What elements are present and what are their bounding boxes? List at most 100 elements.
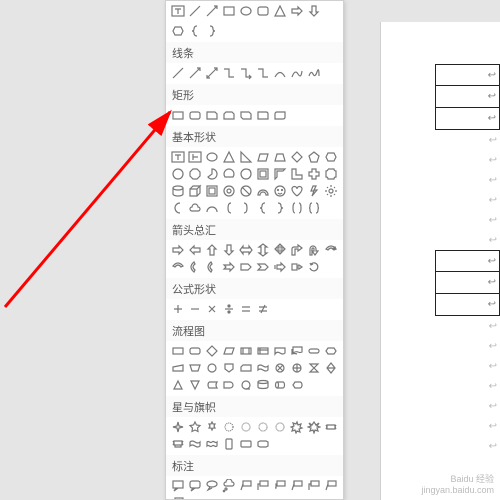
octagon-icon[interactable] (187, 166, 203, 182)
curve-icon[interactable] (272, 65, 288, 81)
line-arrow-icon[interactable] (187, 65, 203, 81)
fc-delay-icon[interactable] (221, 377, 237, 393)
callout-oval-icon[interactable] (204, 478, 220, 494)
plus-icon[interactable] (170, 301, 186, 317)
wave-icon[interactable] (187, 436, 203, 452)
ribbon-icon[interactable] (323, 419, 339, 435)
fc-manual-op-icon[interactable] (187, 360, 203, 376)
callout-line2-icon[interactable] (255, 478, 271, 494)
textbox-icon[interactable] (170, 3, 186, 19)
fc-data-icon[interactable] (221, 343, 237, 359)
snip-rect-icon[interactable] (204, 107, 220, 123)
arrow-left-icon[interactable] (187, 242, 203, 258)
fc-decision-icon[interactable] (204, 343, 220, 359)
trapezoid-icon[interactable] (272, 149, 288, 165)
fc-connector-icon[interactable] (204, 360, 220, 376)
cube-icon[interactable] (187, 183, 203, 199)
minus-icon[interactable] (187, 301, 203, 317)
blockarc-icon[interactable] (255, 183, 271, 199)
bracket-right-icon[interactable] (238, 200, 254, 216)
arrow-pentagon-icon[interactable] (238, 259, 254, 275)
arrow-updown-icon[interactable] (255, 242, 271, 258)
brace-right-icon[interactable] (272, 200, 288, 216)
doublewave-icon[interactable] (204, 436, 220, 452)
chord-icon[interactable] (221, 166, 237, 182)
heptagon-icon[interactable] (170, 166, 186, 182)
callout-rect-icon[interactable] (170, 478, 186, 494)
bracket-left-icon[interactable] (221, 200, 237, 216)
line-arrow-icon[interactable] (204, 3, 220, 19)
callout-border1-icon[interactable] (323, 478, 339, 494)
fc-direct-icon[interactable] (272, 377, 288, 393)
round-diag-icon[interactable] (272, 107, 288, 123)
elbow-arrow-icon[interactable] (238, 65, 254, 81)
arrow-notched-icon[interactable] (221, 259, 237, 275)
scroll-h-icon[interactable] (238, 436, 254, 452)
explosion1-icon[interactable] (289, 419, 305, 435)
round-single-icon[interactable] (255, 107, 271, 123)
braces-icon[interactable] (306, 200, 322, 216)
fc-multidoc-icon[interactable] (289, 343, 305, 359)
hexagon-icon[interactable] (323, 149, 339, 165)
callout-accent2-icon[interactable] (306, 478, 322, 494)
table-cell[interactable]: ↩ (435, 64, 500, 86)
callout-line1-icon[interactable] (238, 478, 254, 494)
arrow-right-icon[interactable] (170, 242, 186, 258)
arrow-down-icon[interactable] (221, 242, 237, 258)
brace-right-icon[interactable] (204, 23, 220, 39)
notequals-icon[interactable] (255, 301, 271, 317)
arrow-up-icon[interactable] (204, 242, 220, 258)
pie-icon[interactable] (204, 166, 220, 182)
star4-icon[interactable] (170, 419, 186, 435)
fc-document-icon[interactable] (272, 343, 288, 359)
banner-icon[interactable] (255, 436, 271, 452)
star5-icon[interactable] (187, 419, 203, 435)
freeform-icon[interactable] (289, 65, 305, 81)
fc-sort-icon[interactable] (323, 360, 339, 376)
table-cell[interactable]: ↩ (435, 86, 500, 108)
callout-cloud-icon[interactable] (221, 478, 237, 494)
moon-icon[interactable] (170, 200, 186, 216)
arrow-right-icon[interactable] (289, 3, 305, 19)
fc-process-icon[interactable] (170, 343, 186, 359)
can-icon[interactable] (170, 183, 186, 199)
heart-icon[interactable] (289, 183, 305, 199)
callout-line3-icon[interactable] (272, 478, 288, 494)
arrow-quad-icon[interactable] (272, 242, 288, 258)
brace-left-icon[interactable] (187, 23, 203, 39)
triangle-icon[interactable] (221, 149, 237, 165)
rectangle-icon[interactable] (221, 3, 237, 19)
fc-merge-icon[interactable] (187, 377, 203, 393)
arc-icon[interactable] (204, 200, 220, 216)
fc-predef-icon[interactable] (238, 343, 254, 359)
fc-internal-icon[interactable] (255, 343, 271, 359)
multiply-icon[interactable] (204, 301, 220, 317)
donut-icon[interactable] (221, 183, 237, 199)
diamond-icon[interactable] (289, 149, 305, 165)
explosion2-icon[interactable] (306, 419, 322, 435)
round-rect-icon[interactable] (187, 107, 203, 123)
parallelogram-icon[interactable] (255, 149, 271, 165)
arrow-curved-up-icon[interactable] (204, 259, 220, 275)
arrow-callout-icon[interactable] (289, 259, 305, 275)
table-cell[interactable]: ↩ (435, 108, 500, 130)
fc-manual-input-icon[interactable] (170, 360, 186, 376)
teardrop-icon[interactable] (238, 166, 254, 182)
hexagon-icon[interactable] (170, 23, 186, 39)
elbow-connector-icon[interactable] (221, 65, 237, 81)
fc-sum-icon[interactable] (272, 360, 288, 376)
fc-prep-icon[interactable] (323, 343, 339, 359)
divide-icon[interactable] (221, 301, 237, 317)
lshape-icon[interactable] (289, 166, 305, 182)
fc-seq-icon[interactable] (238, 377, 254, 393)
callout-border2-icon[interactable] (170, 495, 186, 500)
snip-round-icon[interactable] (238, 107, 254, 123)
arrow-bent-icon[interactable] (289, 242, 305, 258)
table-cell[interactable]: ↩ (435, 272, 500, 294)
ribbon2-icon[interactable] (170, 436, 186, 452)
triangle-icon[interactable] (272, 3, 288, 19)
smiley-icon[interactable] (272, 183, 288, 199)
elbow-double-icon[interactable] (255, 65, 271, 81)
cross-icon[interactable] (306, 166, 322, 182)
callout-accent1-icon[interactable] (289, 478, 305, 494)
